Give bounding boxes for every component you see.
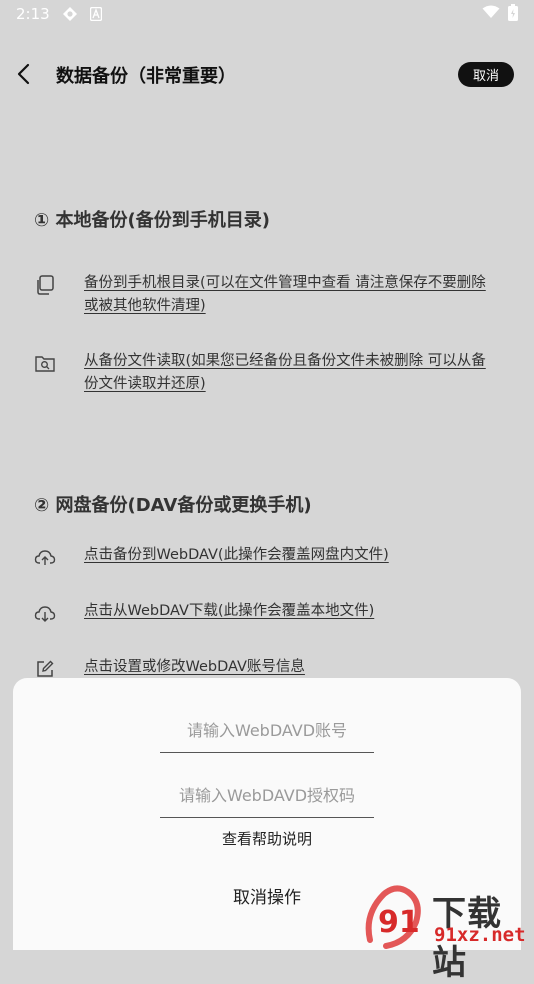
watermark: 91 下载站 91xz.net [362, 884, 534, 983]
restore-from-file-item[interactable]: 从备份文件读取(如果您已经备份且备份文件未被删除 可以从备份文件读取并还原) [34, 350, 504, 396]
edit-icon [37, 660, 54, 677]
app-notification-icon [62, 6, 78, 22]
backup-to-phone-item[interactable]: 备份到手机根目录(可以在文件管理中查看 请注意保存不要删除或被其他软件清理) [34, 272, 504, 318]
backup-to-phone-label: 备份到手机根目录(可以在文件管理中查看 请注意保存不要删除或被其他软件清理) [84, 275, 486, 314]
wifi-icon [482, 5, 500, 23]
cloud-download-icon [34, 606, 56, 622]
battery-icon [508, 3, 518, 25]
download-webdav-item[interactable]: 点击从WebDAV下载(此操作会覆盖本地文件) [34, 600, 504, 624]
webdav-account-input[interactable] [160, 708, 374, 753]
back-button[interactable] [10, 60, 38, 88]
webdav-token-input[interactable] [160, 773, 374, 818]
cloud-upload-icon [34, 550, 56, 565]
a-notification-icon [89, 7, 102, 21]
folder-search-icon [35, 356, 55, 372]
local-backup-title: ① 本地备份(备份到手机目录) [34, 210, 270, 231]
cloud-backup-title: ② 网盘备份(DAV备份或更换手机) [34, 495, 312, 516]
upload-webdav-label: 点击备份到WebDAV(此操作会覆盖网盘内文件) [84, 547, 389, 563]
cancel-button[interactable]: 取消 [458, 62, 514, 87]
chevron-left-icon [17, 63, 30, 85]
help-link[interactable]: 查看帮助说明 [13, 828, 521, 849]
page-title: 数据备份（非常重要） [56, 66, 236, 87]
webdav-account-settings-item[interactable]: 点击设置或修改WebDAV账号信息 [34, 656, 504, 680]
app-bar: 数据备份（非常重要） 取消 [0, 52, 534, 96]
download-webdav-label: 点击从WebDAV下载(此操作会覆盖本地文件) [84, 603, 375, 619]
webdav-account-settings-label: 点击设置或修改WebDAV账号信息 [84, 659, 305, 675]
watermark-logo-digits: 91 [378, 905, 420, 940]
watermark-domain: 91xz.net [434, 924, 526, 946]
status-time: 2:13 [16, 5, 50, 23]
upload-webdav-item[interactable]: 点击备份到WebDAV(此操作会覆盖网盘内文件) [34, 544, 504, 568]
restore-from-file-label: 从备份文件读取(如果您已经备份且备份文件未被删除 可以从备份文件读取并还原) [84, 353, 486, 392]
copy-icon [37, 275, 54, 295]
watermark-logo: 91 [365, 885, 421, 949]
status-bar: 2:13 [0, 0, 534, 28]
